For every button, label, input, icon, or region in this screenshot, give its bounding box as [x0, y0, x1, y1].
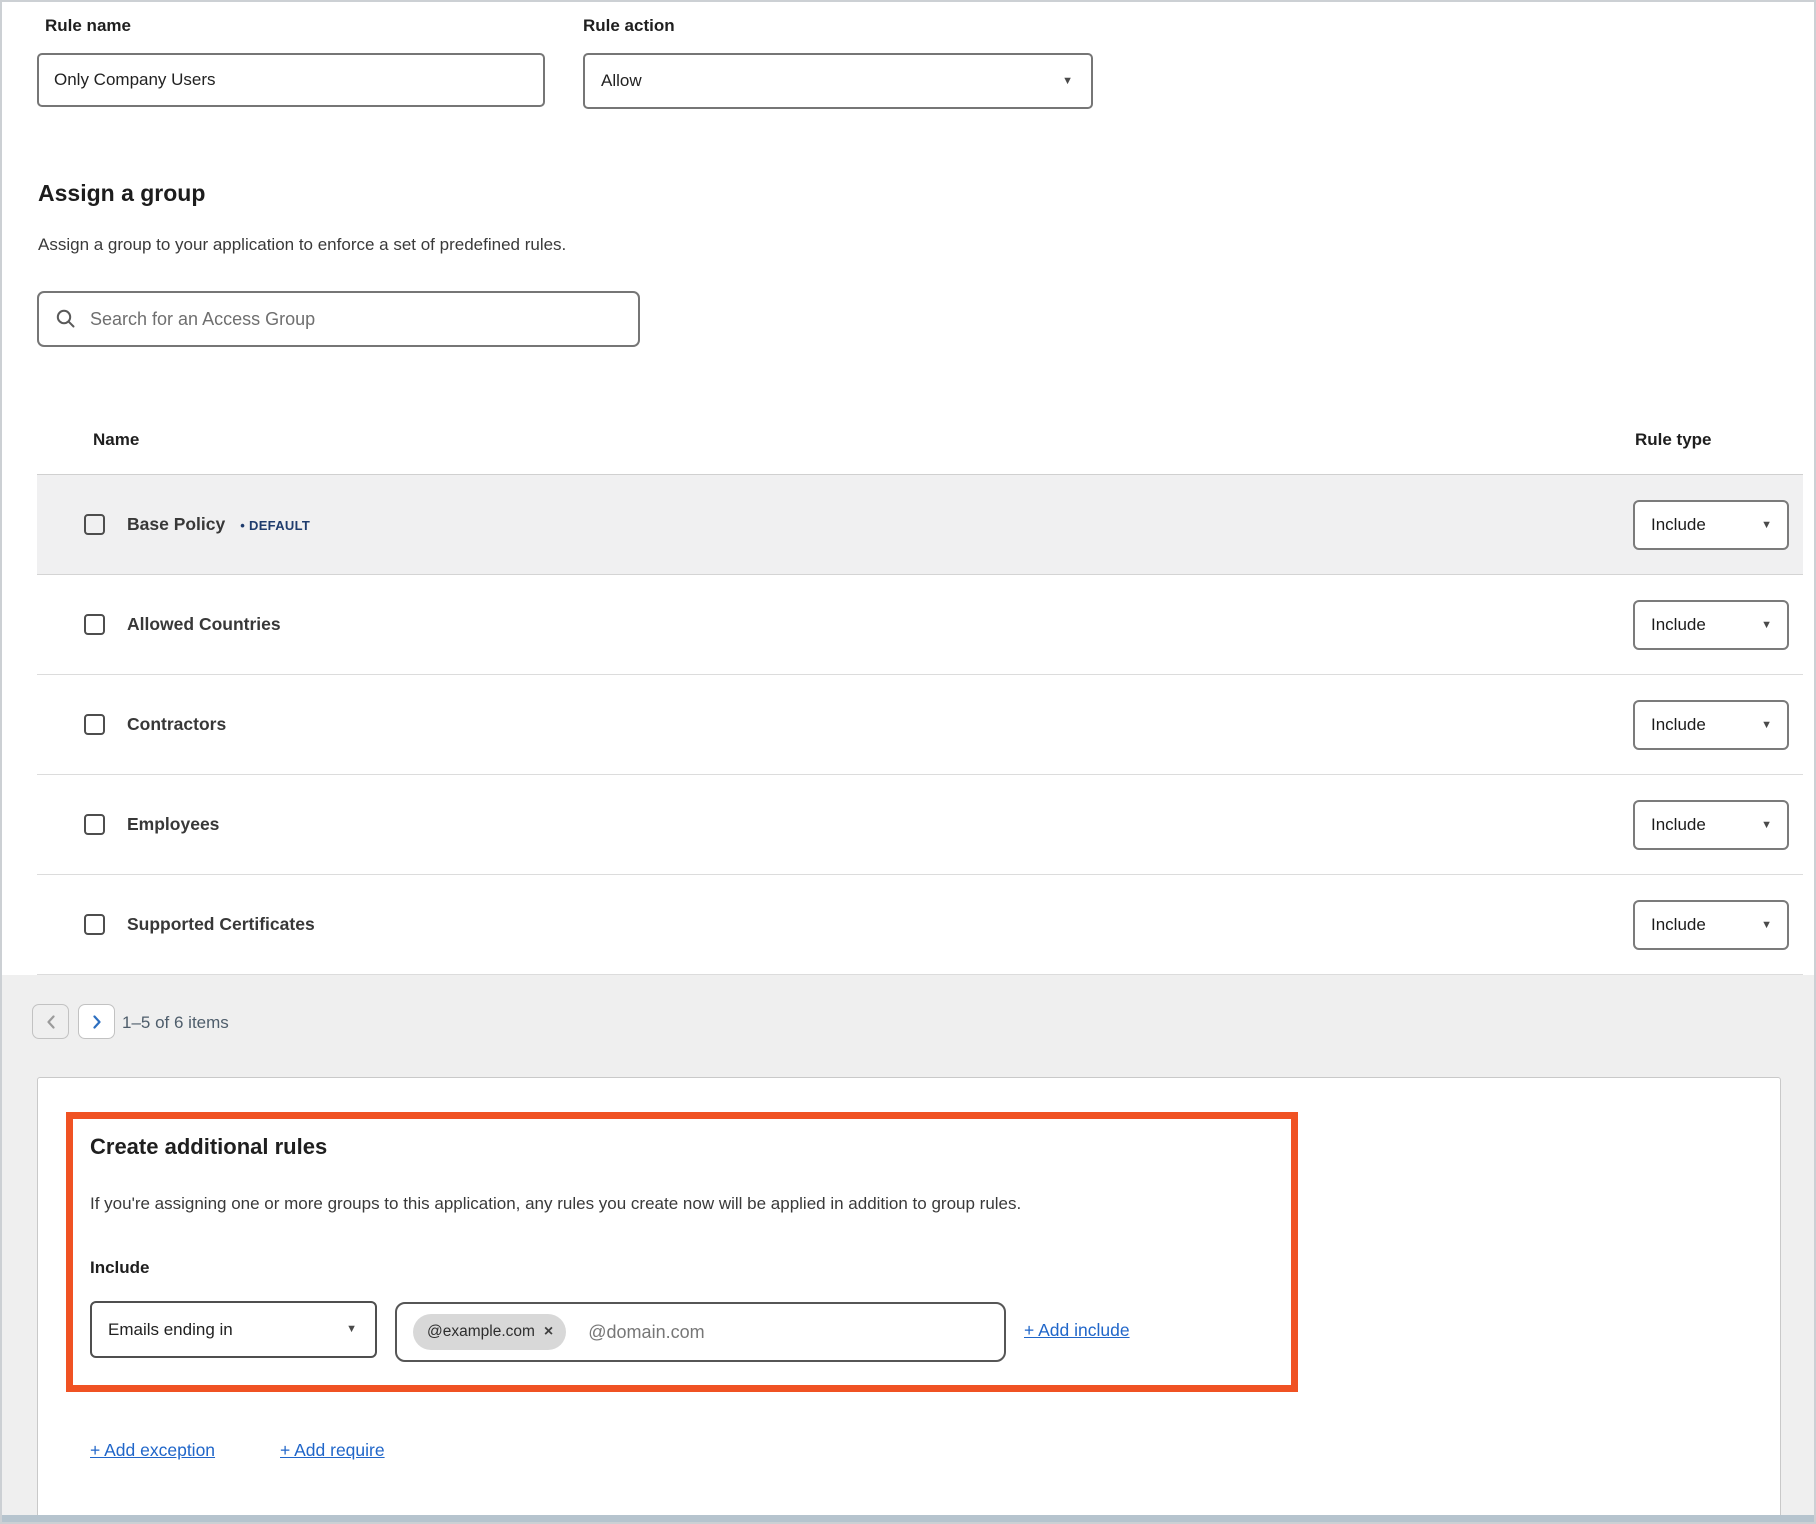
pagination-range-text: 1–5 of 6 items — [122, 1013, 229, 1033]
window-bottom-edge — [2, 1515, 1814, 1522]
search-icon — [55, 308, 77, 330]
access-rule-page: Rule name Rule action Allow ▼ Assign a g… — [0, 0, 1816, 1524]
search-input[interactable] — [90, 309, 624, 330]
row-label-group: Supported Certificates — [127, 875, 315, 974]
group-name: Base Policy — [127, 514, 225, 535]
email-domain-chip: @example.com × — [413, 1314, 566, 1350]
assign-group-heading: Assign a group — [38, 180, 205, 207]
chevron-down-icon: ▼ — [1761, 520, 1772, 531]
next-page-button[interactable] — [78, 1004, 115, 1039]
row-checkbox[interactable] — [84, 614, 105, 635]
row-label-group: Employees — [127, 775, 219, 874]
chip-label: @example.com — [427, 1323, 535, 1341]
chevron-left-icon — [45, 1014, 57, 1030]
chip-remove-icon[interactable]: × — [544, 1324, 553, 1340]
rule-type-value: Include — [1651, 515, 1706, 535]
rule-type-column-header: Rule type — [1635, 430, 1712, 450]
row-label-group: Base Policy • DEFAULT — [127, 475, 310, 574]
create-additional-rules-heading: Create additional rules — [90, 1134, 327, 1160]
name-column-header: Name — [93, 430, 139, 450]
group-name: Supported Certificates — [127, 914, 315, 935]
access-group-search — [37, 291, 640, 347]
add-require-link[interactable]: + Add require — [280, 1440, 385, 1461]
table-body: Base Policy • DEFAULT Include ▼ Allowed … — [37, 475, 1803, 975]
default-badge: • DEFAULT — [240, 516, 310, 533]
rule-type-dropdown[interactable]: Include ▼ — [1633, 500, 1789, 550]
previous-page-button[interactable] — [32, 1004, 69, 1039]
table-header-row: Name Rule type — [37, 410, 1803, 475]
rule-type-value: Include — [1651, 715, 1706, 735]
chevron-down-icon: ▼ — [1761, 720, 1772, 731]
include-section-label: Include — [90, 1258, 150, 1278]
table-row: Contractors Include ▼ — [37, 675, 1803, 775]
rule-condition-value: Emails ending in — [108, 1320, 233, 1340]
rule-type-value: Include — [1651, 915, 1706, 935]
email-domains-input: @example.com × — [395, 1302, 1006, 1362]
row-label-group: Contractors — [127, 675, 226, 774]
add-exception-link[interactable]: + Add exception — [90, 1440, 215, 1461]
table-row: Employees Include ▼ — [37, 775, 1803, 875]
row-checkbox[interactable] — [84, 714, 105, 735]
group-name: Allowed Countries — [127, 614, 281, 635]
rule-type-dropdown[interactable]: Include ▼ — [1633, 600, 1789, 650]
rule-type-dropdown[interactable]: Include ▼ — [1633, 800, 1789, 850]
chevron-down-icon: ▼ — [1761, 820, 1772, 831]
row-checkbox[interactable] — [84, 914, 105, 935]
create-additional-rules-description: If you're assigning one or more groups t… — [90, 1194, 1021, 1214]
rule-action-dropdown[interactable]: Allow ▼ — [583, 53, 1093, 109]
rule-type-value: Include — [1651, 615, 1706, 635]
rule-name-label: Rule name — [45, 16, 131, 36]
access-group-table: Name Rule type Base Policy • DEFAULT Inc… — [37, 410, 1803, 975]
add-include-link[interactable]: + Add include — [1024, 1320, 1130, 1341]
rule-action-value: Allow — [601, 71, 642, 91]
table-row: Supported Certificates Include ▼ — [37, 875, 1803, 975]
row-checkbox[interactable] — [84, 814, 105, 835]
rule-action-label: Rule action — [583, 16, 675, 36]
rule-condition-dropdown[interactable]: Emails ending in ▼ — [90, 1301, 377, 1358]
rule-type-dropdown[interactable]: Include ▼ — [1633, 900, 1789, 950]
domain-input[interactable] — [588, 1322, 990, 1343]
chevron-down-icon: ▼ — [1062, 76, 1073, 87]
table-row: Base Policy • DEFAULT Include ▼ — [37, 475, 1803, 575]
chevron-down-icon: ▼ — [1761, 920, 1772, 931]
group-name: Contractors — [127, 714, 226, 735]
group-name: Employees — [127, 814, 219, 835]
rule-type-dropdown[interactable]: Include ▼ — [1633, 700, 1789, 750]
row-label-group: Allowed Countries — [127, 575, 281, 674]
row-checkbox[interactable] — [84, 514, 105, 535]
rule-name-input[interactable] — [37, 53, 545, 107]
chevron-down-icon: ▼ — [1761, 620, 1772, 631]
table-row: Allowed Countries Include ▼ — [37, 575, 1803, 675]
rule-type-value: Include — [1651, 815, 1706, 835]
chevron-down-icon: ▼ — [346, 1324, 357, 1335]
chevron-right-icon — [91, 1014, 103, 1030]
assign-group-description: Assign a group to your application to en… — [38, 235, 566, 255]
